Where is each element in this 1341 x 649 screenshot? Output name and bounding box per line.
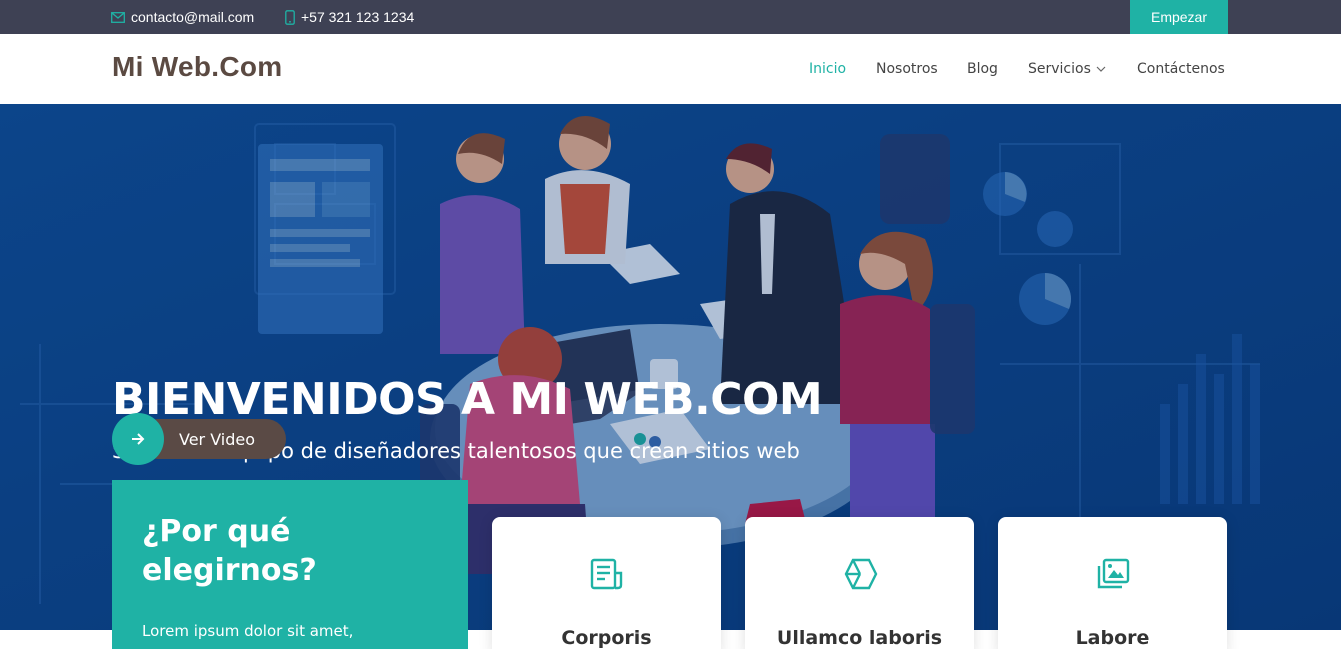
receipt-icon <box>590 558 622 590</box>
why-title: ¿Por qué elegirnos? <box>142 514 317 588</box>
nav-label: Nosotros <box>876 61 938 77</box>
nav-item-contactenos[interactable]: Contáctenos <box>1137 34 1225 104</box>
nav-item-servicios[interactable]: Servicios <box>1028 34 1106 104</box>
contact-phone[interactable]: +57 321 123 1234 <box>285 0 414 34</box>
card-title: Labore <box>1075 627 1150 649</box>
site-logo[interactable]: Mi Web.Com <box>112 51 282 83</box>
feature-card-corporis[interactable]: Corporis <box>492 517 721 649</box>
feature-card-ullamco-laboris[interactable]: Ullamco laboris <box>745 517 974 649</box>
nav-label: Blog <box>967 61 998 77</box>
feature-card-labore[interactable]: Labore <box>998 517 1227 649</box>
images-icon <box>1097 558 1129 589</box>
ver-video-button[interactable]: Ver Video <box>112 413 288 465</box>
phone-text: +57 321 123 1234 <box>301 9 415 25</box>
video-button-circle[interactable] <box>112 413 164 465</box>
contact-email[interactable]: contacto@mail.com <box>111 0 254 34</box>
cube-icon <box>844 558 877 590</box>
why-choose-us-box: ¿Por qué elegirnos? Lorem ipsum dolor si… <box>112 480 468 649</box>
chevron-down-icon <box>1096 66 1106 72</box>
nav-item-nosotros[interactable]: Nosotros <box>876 34 938 104</box>
nav-label: Servicios <box>1028 61 1091 77</box>
top-bar: contacto@mail.com +57 321 123 1234 Empez… <box>0 0 1341 34</box>
video-button-label: Ver Video <box>179 429 256 449</box>
phone-icon <box>285 9 295 25</box>
card-title: Ullamco laboris <box>776 627 943 649</box>
why-text: Lorem ipsum dolor sit amet, <box>142 622 354 640</box>
envelope-icon <box>111 11 125 23</box>
empezar-button[interactable]: Empezar <box>1130 0 1228 34</box>
card-title: Corporis <box>561 627 652 649</box>
nav-item-blog[interactable]: Blog <box>967 34 998 104</box>
arrow-right-icon <box>132 433 145 445</box>
main-header: Mi Web.Com Inicio Nosotros Blog Servicio… <box>0 34 1341 104</box>
nav-label: Inicio <box>809 61 847 77</box>
nav-label: Contáctenos <box>1137 61 1225 77</box>
nav-item-inicio[interactable]: Inicio <box>809 34 846 104</box>
email-text: contacto@mail.com <box>131 9 255 25</box>
